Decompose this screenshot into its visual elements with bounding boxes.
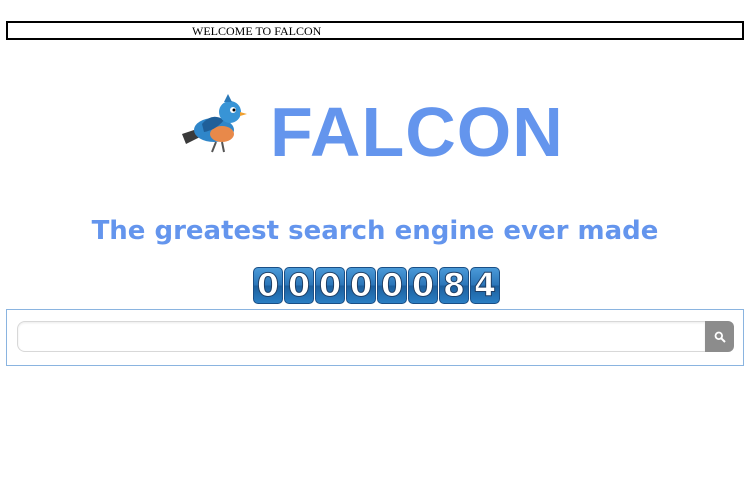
logo: FALCON (0, 88, 750, 171)
counter-digit-value: 0 (318, 266, 342, 304)
counter-digit-value: 8 (442, 266, 466, 304)
search-icon (714, 331, 726, 343)
search-input[interactable] (17, 321, 705, 352)
search-button[interactable] (705, 321, 734, 352)
brand-title: FALCON (270, 93, 564, 171)
counter-digit: 0 (253, 266, 283, 304)
counter-digit: 0 (377, 266, 407, 304)
counter-digit-value: 0 (380, 266, 404, 304)
counter-digit: 0 (284, 266, 314, 304)
tagline: The greatest search engine ever made (91, 216, 659, 246)
bird-icon (182, 94, 247, 153)
hit-counter: 00000084 (253, 266, 500, 304)
counter-digit-value: 0 (411, 266, 435, 304)
counter-digit-value: 0 (349, 266, 373, 304)
counter-digit: 0 (408, 266, 438, 304)
search-bar (6, 309, 744, 366)
counter-digit-value: 0 (256, 266, 280, 304)
counter-digit: 0 (346, 266, 376, 304)
counter-digit-value: 0 (287, 266, 311, 304)
counter-digit: 4 (470, 266, 500, 304)
welcome-text: WELCOME TO FALCON (192, 24, 322, 38)
counter-digit: 8 (439, 266, 469, 304)
counter-digit-value: 4 (473, 266, 497, 304)
welcome-marquee: WELCOME TO FALCON (6, 21, 744, 40)
counter-digit: 0 (315, 266, 345, 304)
